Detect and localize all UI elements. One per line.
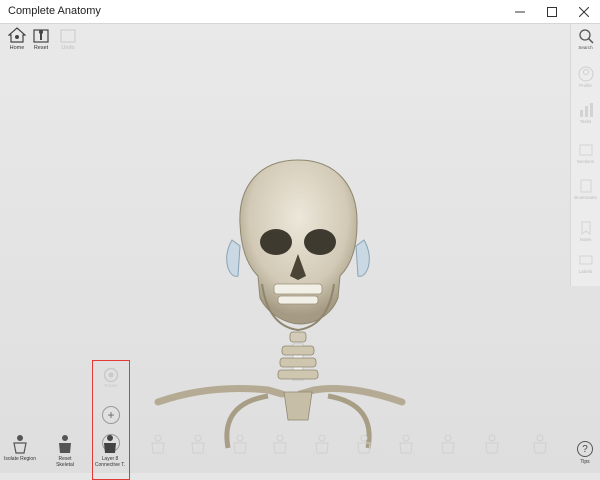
layer-figure-icon — [104, 435, 116, 453]
isolate-region-button[interactable]: Isolate Region — [2, 434, 38, 462]
layer-option[interactable] — [474, 434, 510, 454]
reset-icon — [30, 26, 52, 44]
person-icon — [399, 434, 413, 454]
maximize-icon — [547, 7, 557, 17]
bookmarks-label: Bookmarks — [574, 195, 597, 200]
sections-icon — [579, 144, 592, 156]
skeleton-model[interactable] — [150, 154, 410, 454]
notes-label: Notes — [579, 237, 592, 242]
minimize-button[interactable] — [504, 0, 536, 24]
anatomy-viewport[interactable]: Home Reset Undo Rotate + – — [0, 24, 600, 480]
layer-option[interactable] — [430, 434, 466, 454]
person-icon — [357, 434, 371, 454]
right-panel-item-notes[interactable]: Notes — [571, 220, 600, 242]
search-icon — [578, 29, 594, 44]
home-label: Home — [9, 45, 25, 51]
person-icon — [315, 434, 329, 454]
layer-option[interactable] — [346, 434, 382, 454]
layer-option[interactable] — [262, 434, 298, 454]
right-panel-item-labels[interactable]: Labels — [571, 252, 600, 274]
window-title: Complete Anatomy — [8, 5, 101, 17]
help-icon: ? — [577, 441, 593, 457]
zoom-in-button[interactable]: + — [102, 406, 120, 424]
isolate-figure-icon — [13, 435, 27, 454]
person-icon — [233, 434, 247, 454]
right-panel-item-profile[interactable]: Profile — [571, 66, 600, 88]
rotate-label: Rotate — [104, 383, 118, 388]
right-panel-item-tasks[interactable]: Tasks — [571, 102, 600, 124]
sections-label: Sections — [576, 159, 595, 164]
rotate-icon — [103, 367, 119, 383]
skeletal-figure-icon — [59, 435, 71, 453]
close-icon — [579, 7, 589, 17]
close-button[interactable] — [568, 0, 600, 24]
search-button[interactable]: Search — [571, 28, 600, 50]
reset-label: Reset — [33, 45, 49, 51]
layer-button[interactable]: Layer 8 Connective T. — [92, 434, 128, 468]
person-icon — [273, 434, 287, 454]
layer-option[interactable] — [180, 434, 216, 454]
right-panel: Search Profile Tasks Sections Bookmarks … — [570, 24, 600, 286]
zoom-in-icon: + — [107, 408, 115, 422]
right-panel-item-sections[interactable]: Sections — [571, 142, 600, 164]
labels-label: Labels — [578, 269, 593, 274]
search-label: Search — [578, 45, 593, 50]
labels-icon — [579, 255, 592, 265]
layer-option[interactable] — [522, 434, 558, 454]
notes-icon — [581, 221, 590, 235]
layer-option[interactable] — [222, 434, 258, 454]
bookmark-icon — [580, 179, 591, 193]
rotate-control[interactable]: Rotate — [102, 367, 120, 388]
bar-chart-icon — [579, 103, 593, 117]
layer-label: Layer 8 Connective T. — [94, 456, 126, 468]
right-panel-item-bookmarks[interactable]: Bookmarks — [571, 178, 600, 200]
layer-option[interactable] — [304, 434, 340, 454]
maximize-button[interactable] — [536, 0, 568, 24]
undo-icon — [57, 26, 79, 44]
profile-icon — [578, 66, 593, 82]
undo-button[interactable]: Undo — [54, 26, 82, 51]
tips-label: Tips — [580, 459, 590, 465]
skeletal-label: Reset Skeletal — [56, 456, 74, 468]
isolate-region-label: Isolate Region — [4, 456, 36, 462]
title-bar: Complete Anatomy — [0, 0, 600, 24]
minimize-icon — [515, 11, 525, 13]
tips-button[interactable]: ? Tips — [574, 441, 596, 465]
person-icon — [441, 434, 455, 454]
tasks-label: Tasks — [579, 119, 592, 124]
person-icon — [191, 434, 205, 454]
profile-label: Profile — [579, 83, 592, 88]
skeletal-button[interactable]: Reset Skeletal — [47, 434, 83, 468]
home-icon — [6, 26, 28, 44]
reset-view-button[interactable]: Reset — [27, 26, 55, 51]
person-icon — [533, 434, 547, 454]
person-icon — [485, 434, 499, 454]
layer-option[interactable] — [388, 434, 424, 454]
person-icon — [151, 434, 165, 454]
layer-option[interactable] — [140, 434, 176, 454]
bottom-bar: Isolate Region Reset Skeletal Layer 8 Conn… — [0, 430, 600, 473]
undo-label: Undo — [61, 45, 75, 51]
